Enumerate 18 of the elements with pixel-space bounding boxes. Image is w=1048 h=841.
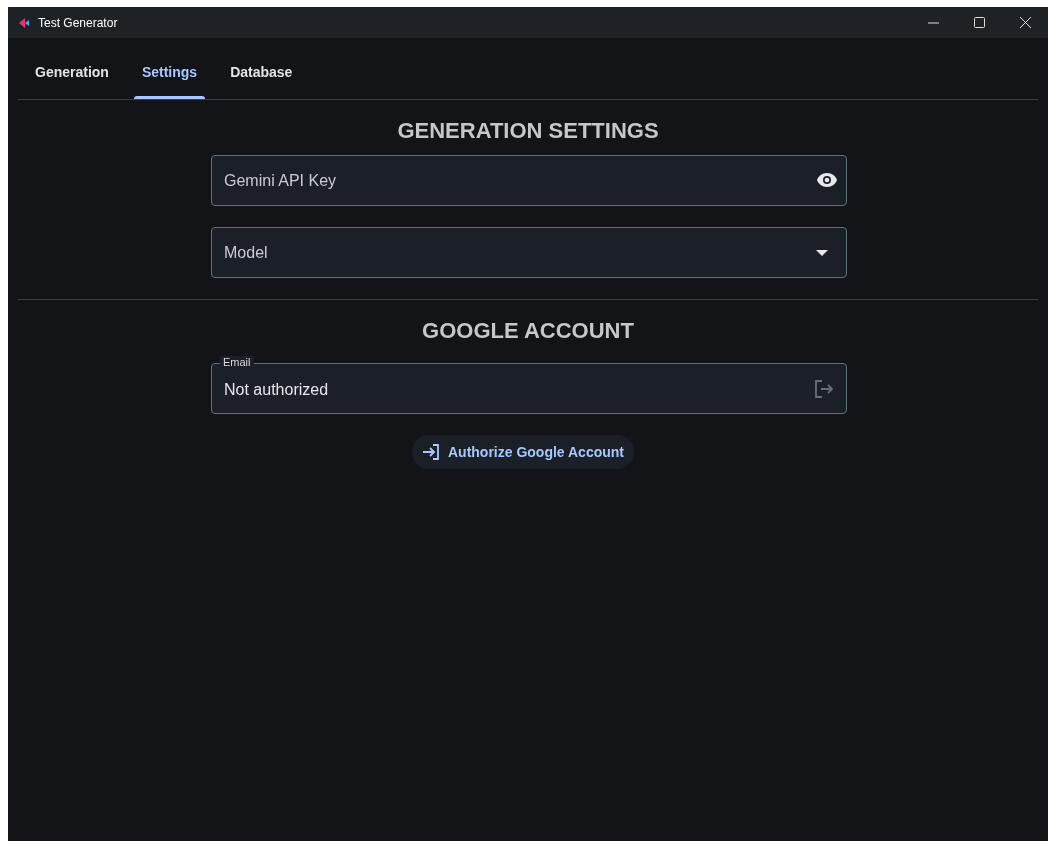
email-label: Email [220,356,254,369]
eye-icon[interactable] [816,172,838,188]
close-icon [1019,17,1031,28]
model-dropdown[interactable]: Model [211,227,847,278]
tab[interactable]: Settings [133,62,206,99]
app-logo-icon [18,16,30,29]
dropdown-caret-icon [816,250,828,256]
logout-icon[interactable] [814,379,834,398]
login-icon [421,444,440,460]
api-key-field[interactable]: Gemini API Key [211,155,847,206]
tab[interactable]: Generation [27,62,117,99]
authorize-button[interactable]: Authorize Google Account [411,435,634,469]
section-heading: GOOGLE ACCOUNT [421,318,635,344]
window-title: Test Generator [38,14,118,32]
maximize-icon [973,17,985,28]
section-heading: GENERATION SETTINGS [396,118,660,144]
email-value: Not authorized [224,379,330,400]
tab[interactable]: Database [222,62,301,99]
